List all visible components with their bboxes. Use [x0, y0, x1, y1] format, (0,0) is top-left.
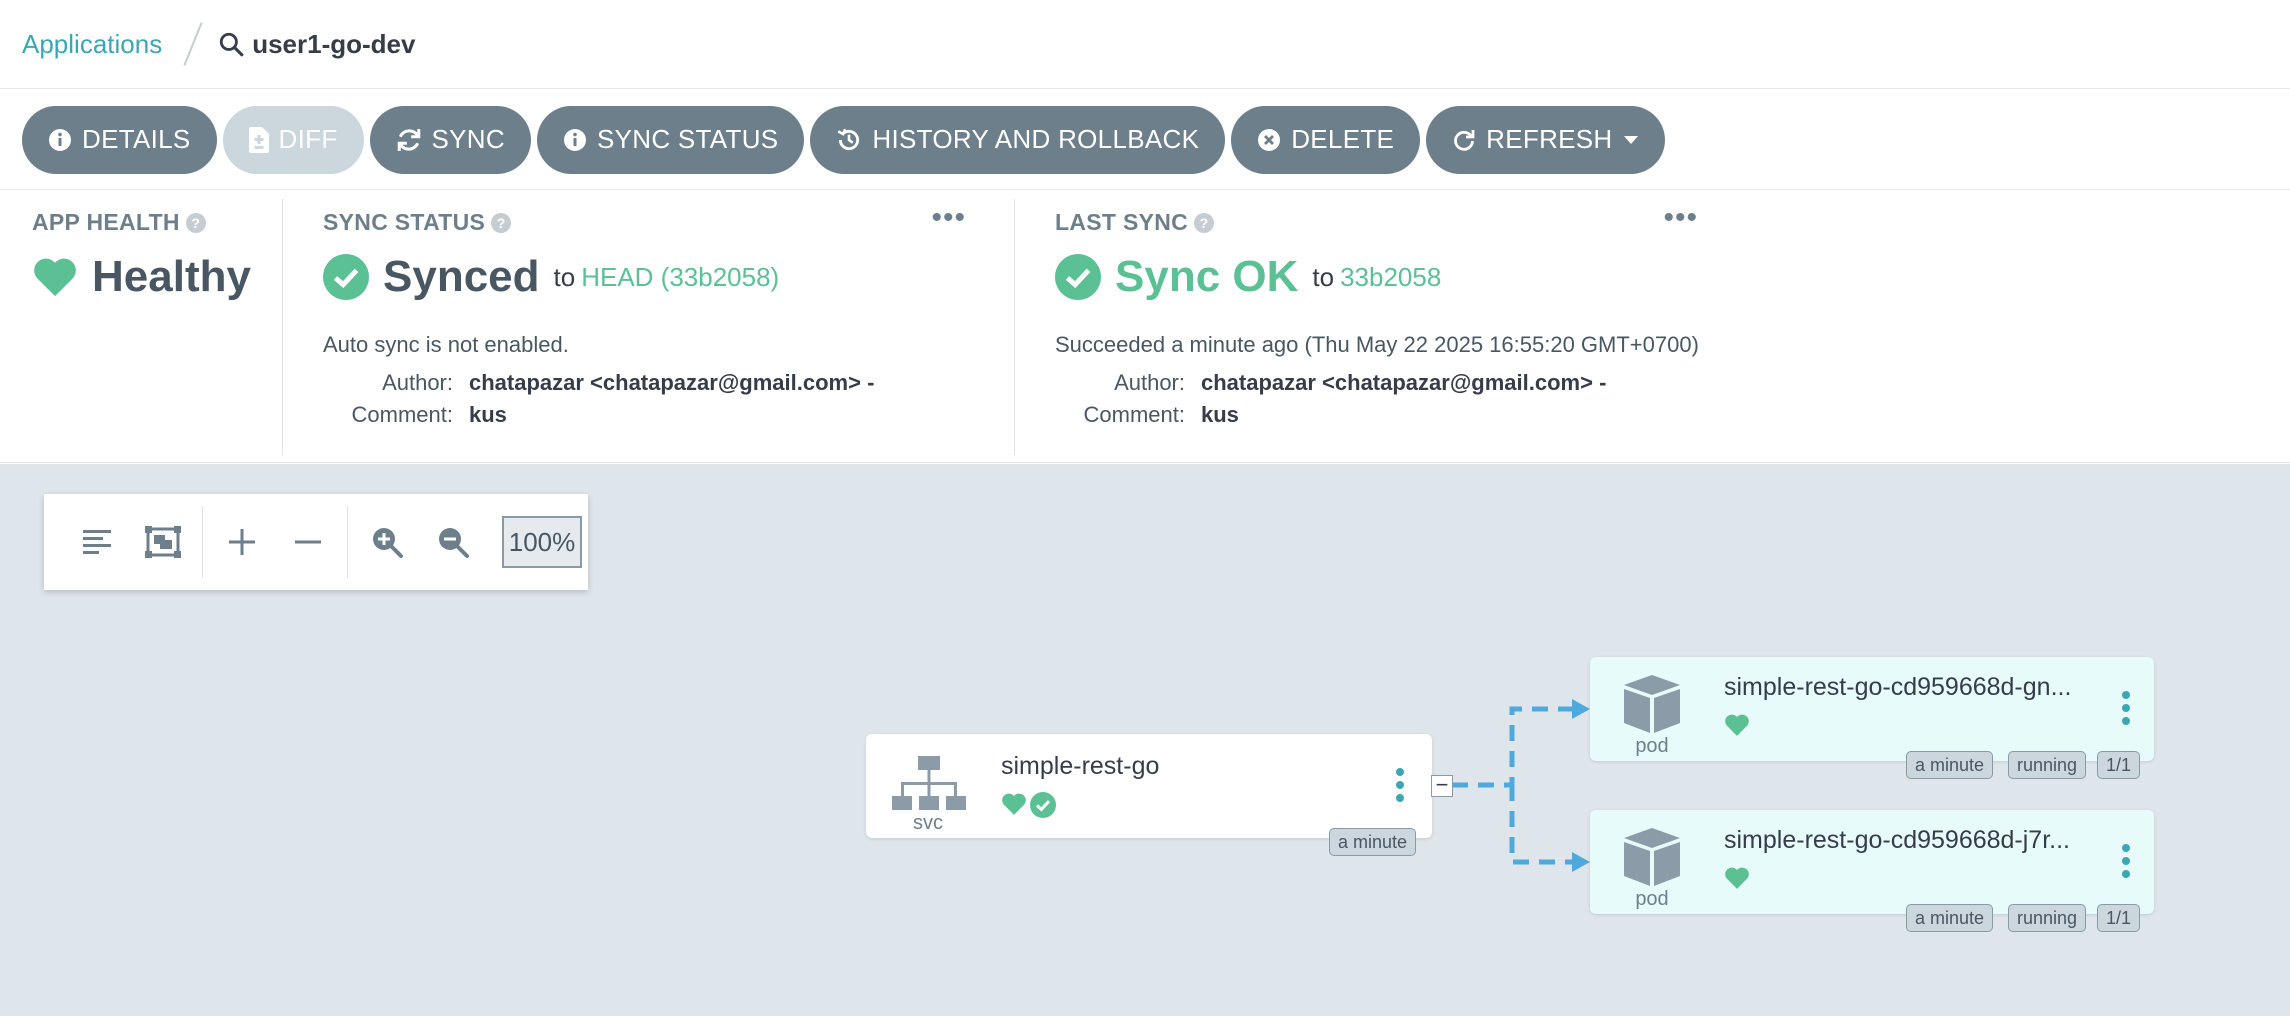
svc-age-tag: a minute	[1329, 828, 1417, 856]
breadcrumb-current[interactable]: user1-go-dev	[218, 29, 415, 60]
pod-node[interactable]: pod simple-rest-go-cd959668d-j7r...	[1590, 810, 2154, 914]
sync-status-value: Synced	[383, 252, 540, 301]
edge-svc-to-pod-1	[1452, 706, 1572, 788]
more-options-icon[interactable]: •••	[931, 203, 966, 233]
caret-down-icon	[1623, 135, 1638, 144]
app-health-status: Healthy	[92, 252, 251, 301]
diff-button[interactable]: DIFF	[222, 105, 364, 174]
svc-kind: svc	[913, 812, 943, 834]
sync-status-title: SYNC STATUS	[323, 209, 486, 235]
last-sync-author: chatapazar <chatapazar@gmail.com> -	[1201, 370, 1607, 395]
help-icon[interactable]: ?	[491, 212, 512, 233]
svc-node[interactable]: svc simple-rest-go	[866, 734, 1432, 838]
breadcrumb-separator	[183, 22, 203, 66]
breadcrumb-applications-link[interactable]: Applications	[22, 29, 162, 60]
heart-icon	[1725, 867, 1749, 889]
sync-icon	[397, 128, 420, 151]
pod-kind: pod	[1635, 735, 1669, 757]
arrow-head-1	[1572, 699, 1590, 719]
file-diff-icon	[248, 126, 269, 153]
network-icon	[892, 756, 966, 810]
app-health-title: APP HEALTH	[32, 209, 180, 235]
pod-ready-tag: 1/1	[2097, 751, 2141, 779]
heart-icon	[34, 258, 76, 297]
history-icon	[837, 128, 860, 150]
cube-icon	[1624, 828, 1680, 886]
help-icon[interactable]: ?	[185, 212, 206, 233]
last-sync-section: LAST SYNC ? ••• Sync OK to 33b2058 Succee…	[1014, 199, 1746, 455]
pod-menu-icon[interactable]	[2122, 691, 2132, 725]
app-name: user1-go-dev	[252, 28, 416, 59]
redo-icon	[1454, 129, 1475, 151]
last-sync-meta: Author: chatapazar <chatapazar@gmail.com…	[1055, 370, 1746, 428]
info-icon	[49, 128, 71, 151]
pod-ready-tag: 1/1	[2097, 904, 2141, 932]
top-bar: Applications user1-go-dev	[0, 0, 2290, 89]
sync-status-button[interactable]: SYNC STATUS	[536, 105, 805, 174]
heart-icon	[1002, 793, 1026, 815]
sync-meta: Author: chatapazar <chatapazar@gmail.com…	[323, 370, 1014, 428]
check-circle-icon	[323, 254, 369, 300]
sync-comment: kus	[469, 402, 507, 427]
pod-status-tag: running	[2008, 904, 2087, 932]
check-circle-icon	[1055, 254, 1101, 300]
history-and-rollback-button[interactable]: HISTORY AND ROLLBACK	[810, 105, 1226, 174]
action-bar: DETAILS DIFF SYNC SYNC STATUS HISTORY AN…	[0, 90, 2290, 190]
more-options-icon[interactable]: •••	[1663, 203, 1698, 233]
pod-age-tag: a minute	[1906, 751, 1994, 779]
pod-node[interactable]: pod simple-rest-go-cd959668d-gn...	[1590, 657, 2154, 761]
sync-note: Auto sync is not enabled.	[323, 332, 569, 357]
collapse-toggle[interactable]: −	[1431, 774, 1453, 797]
times-circle-icon	[1258, 128, 1281, 151]
heart-icon	[1725, 714, 1749, 736]
help-icon[interactable]: ?	[1194, 212, 1215, 233]
last-sync-note: Succeeded a minute ago (Thu May 22 2025 …	[1055, 332, 1699, 357]
arrow-head-2	[1572, 852, 1590, 872]
sync-button[interactable]: SYNC	[369, 105, 531, 174]
pod-age-tag: a minute	[1906, 904, 1994, 932]
last-sync-title: LAST SYNC	[1055, 209, 1189, 235]
info-icon	[563, 128, 586, 151]
pod-name: simple-rest-go-cd959668d-gn...	[1724, 673, 2072, 701]
sync-status-section: SYNC STATUS ? ••• Synced to HEAD (33b2058…	[282, 199, 1014, 455]
refresh-button[interactable]: REFRESH	[1426, 105, 1665, 174]
app-health-section: APP HEALTH ? Healthy	[32, 199, 282, 455]
search-icon	[220, 32, 244, 57]
details-button[interactable]: DETAILS	[22, 105, 217, 174]
status-panel: APP HEALTH ? Healthy SYNC STATUS ? ••• S…	[0, 191, 2290, 463]
last-sync-comment: kus	[1201, 402, 1239, 427]
sync-author: chatapazar <chatapazar@gmail.com> -	[469, 370, 875, 395]
last-sync-revision-link[interactable]: 33b2058	[1340, 262, 1441, 292]
pod-status-tag: running	[2008, 751, 2087, 779]
resource-graph-canvas[interactable]: 100% svc simple-rest-go − a minute pod s…	[0, 464, 2290, 1016]
edge-svc-to-pod-2	[1509, 785, 1572, 865]
pod-name: simple-rest-go-cd959668d-j7r...	[1724, 826, 2070, 854]
delete-button[interactable]: DELETE	[1231, 105, 1421, 174]
sync-revision-link[interactable]: HEAD (33b2058)	[581, 262, 779, 292]
svc-name: simple-rest-go	[1001, 752, 1160, 780]
last-sync-status: Sync OK	[1115, 252, 1299, 301]
pod-kind: pod	[1635, 888, 1669, 910]
pod-menu-icon[interactable]	[2122, 844, 2132, 878]
cube-icon	[1624, 675, 1680, 733]
svc-menu-icon[interactable]	[1396, 768, 1406, 802]
check-circle-icon	[1030, 792, 1056, 818]
